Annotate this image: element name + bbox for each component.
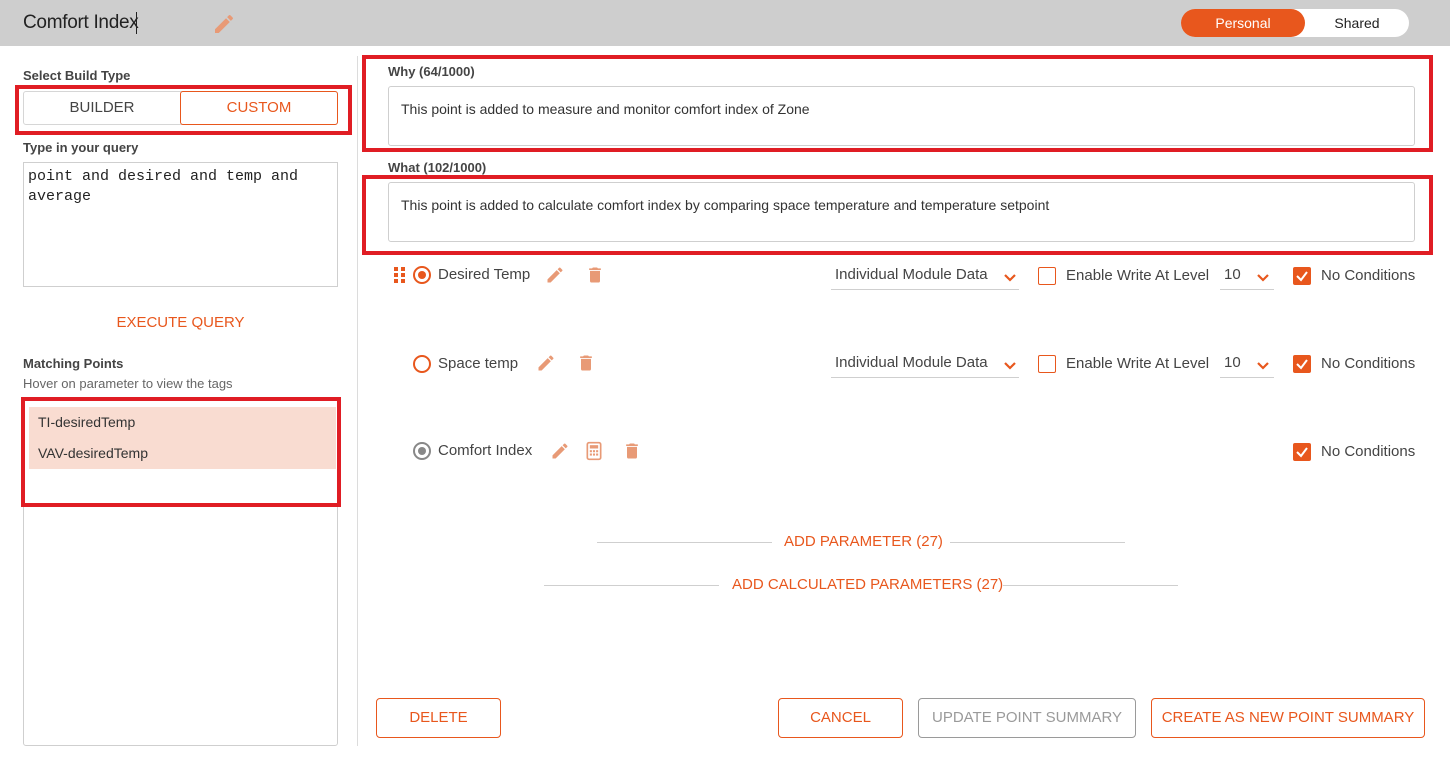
source-select[interactable]: Individual Module Data — [831, 262, 1019, 290]
matching-points-hint: Hover on parameter to view the tags — [23, 376, 233, 391]
no-conditions-checkbox[interactable] — [1293, 443, 1311, 461]
divider-line — [950, 542, 1125, 543]
pencil-icon[interactable] — [536, 353, 556, 373]
trash-icon[interactable] — [622, 441, 642, 461]
no-conditions-label: No Conditions — [1321, 267, 1416, 284]
chevron-down-icon[interactable] — [1003, 361, 1017, 371]
level-select-value: 10 — [1224, 354, 1241, 371]
matching-points-label: Matching Points — [23, 356, 124, 371]
what-label: What (102/1000) — [388, 160, 487, 175]
trash-icon[interactable] — [585, 265, 605, 285]
no-conditions-checkbox[interactable] — [1293, 355, 1311, 373]
highlight-what — [362, 175, 1433, 255]
param-radio[interactable] — [413, 355, 431, 373]
divider-line — [597, 542, 772, 543]
build-type-label: Select Build Type — [23, 68, 131, 83]
build-type-selector: BUILDER CUSTOM — [23, 91, 338, 125]
chevron-down-icon[interactable] — [1256, 361, 1270, 371]
add-calculated-parameters-button[interactable]: ADD CALCULATED PARAMETERS (27) — [732, 576, 1003, 593]
calculator-icon[interactable] — [584, 441, 604, 461]
enable-write-label: Enable Write At Level — [1066, 355, 1210, 372]
page-title[interactable]: Comfort Index — [23, 12, 139, 34]
add-parameter-button[interactable]: ADD PARAMETER (27) — [784, 533, 943, 550]
param-name: Comfort Index — [438, 442, 533, 459]
level-select-value: 10 — [1224, 266, 1241, 283]
source-select[interactable]: Individual Module Data — [831, 350, 1019, 378]
enable-write-checkbox[interactable] — [1038, 267, 1056, 285]
panel-divider — [357, 56, 358, 746]
query-input[interactable]: point and desired and temp and average — [23, 162, 338, 287]
pencil-icon[interactable] — [550, 441, 570, 461]
cancel-button[interactable]: CANCEL — [778, 698, 903, 738]
text-cursor — [136, 12, 137, 34]
divider-line — [544, 585, 719, 586]
toggle-shared[interactable]: Shared — [1305, 9, 1409, 37]
checkmark-icon — [1296, 359, 1308, 370]
create-new-point-summary-button[interactable]: CREATE AS NEW POINT SUMMARY — [1151, 698, 1425, 738]
no-conditions-checkbox[interactable] — [1293, 267, 1311, 285]
execute-query-button[interactable]: EXECUTE QUERY — [23, 314, 338, 331]
enable-write-label: Enable Write At Level — [1066, 267, 1210, 284]
pencil-icon[interactable] — [545, 265, 565, 285]
param-name: Space temp — [438, 355, 519, 372]
drag-handle-icon[interactable] — [393, 266, 407, 284]
divider-line — [1003, 585, 1178, 586]
pencil-icon[interactable] — [212, 12, 236, 36]
source-select-value: Individual Module Data — [835, 354, 988, 371]
highlight-matching-points — [21, 397, 341, 507]
query-label: Type in your query — [23, 140, 139, 155]
no-conditions-label: No Conditions — [1321, 355, 1416, 372]
param-name: Desired Temp — [438, 266, 531, 283]
personal-shared-toggle[interactable]: Personal Shared — [1181, 9, 1409, 37]
builder-option[interactable]: BUILDER — [24, 92, 180, 124]
chevron-down-icon[interactable] — [1256, 273, 1270, 283]
enable-write-checkbox[interactable] — [1038, 355, 1056, 373]
source-select-value: Individual Module Data — [835, 266, 988, 283]
toggle-personal[interactable]: Personal — [1181, 9, 1305, 37]
param-radio-selected[interactable] — [413, 266, 431, 284]
checkmark-icon — [1296, 447, 1308, 458]
highlight-why — [362, 55, 1433, 152]
trash-icon[interactable] — [576, 353, 596, 373]
param-radio-calculated[interactable] — [413, 442, 431, 460]
delete-button[interactable]: DELETE — [376, 698, 501, 738]
custom-option[interactable]: CUSTOM — [180, 91, 338, 125]
checkmark-icon — [1296, 271, 1308, 282]
no-conditions-label: No Conditions — [1321, 443, 1416, 460]
chevron-down-icon[interactable] — [1003, 273, 1017, 283]
update-point-summary-button[interactable]: UPDATE POINT SUMMARY — [918, 698, 1136, 738]
